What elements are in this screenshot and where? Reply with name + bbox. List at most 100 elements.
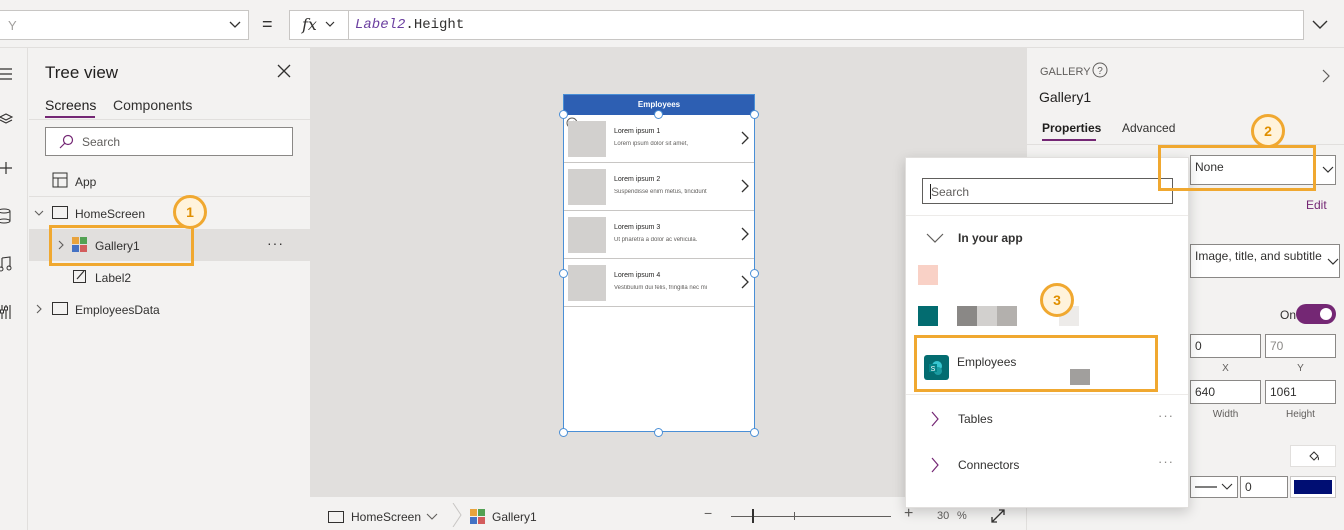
gallery-icon [470, 509, 485, 524]
redacted-block [997, 306, 1017, 326]
tree-item-label: EmployeesData [75, 303, 160, 317]
visible-toggle-label: On [1280, 308, 1297, 322]
screen-icon [328, 511, 344, 523]
section-in-your-app[interactable]: In your app [958, 231, 1023, 245]
breadcrumb-screen[interactable]: HomeScreen [351, 510, 421, 524]
chevron-down-icon [325, 21, 335, 27]
expand-formula-icon[interactable] [1310, 14, 1330, 34]
tab-properties[interactable]: Properties [1042, 121, 1101, 135]
chevron-right-icon[interactable] [740, 227, 750, 241]
zoom-unit: % [957, 510, 967, 522]
resize-handle[interactable] [750, 269, 759, 278]
data-source-thumbnail[interactable] [918, 265, 938, 285]
tree-search-input[interactable]: Search [45, 127, 293, 156]
layout-dropdown[interactable]: Image, title, and subtitle [1190, 244, 1340, 278]
border-line-icon [1195, 486, 1217, 488]
zoom-value[interactable]: 30 [937, 510, 949, 522]
help-icon[interactable]: ? [1092, 62, 1108, 78]
gallery-item-title: Lorem ipsum 4 [614, 272, 661, 279]
formula-bar: Y = fx Label2.Height [0, 0, 1344, 48]
layers-icon[interactable] [0, 109, 16, 129]
control-name[interactable]: Gallery1 [1039, 89, 1091, 105]
svg-text:?: ? [1097, 66, 1103, 77]
redacted-block [977, 306, 997, 326]
gallery-item[interactable]: Lorem ipsum 4 Vestibulum dui felis, frin… [564, 259, 754, 307]
resize-handle[interactable] [654, 428, 663, 437]
hamburger-menu-icon[interactable] [0, 64, 16, 84]
chevron-right-icon[interactable] [34, 304, 44, 314]
x-caption: X [1222, 363, 1229, 374]
resize-handle[interactable] [559, 269, 568, 278]
tree-item-app[interactable]: App [29, 165, 310, 197]
visible-toggle[interactable] [1296, 304, 1336, 324]
app-screen-preview[interactable]: Employees Lorem ipsum 1 Lorem ipsum dolo… [563, 94, 755, 432]
chevron-down-icon [229, 21, 241, 28]
formula-property: .Height [405, 17, 465, 33]
tab-components[interactable]: Components [113, 97, 192, 113]
gallery-item-subtitle: Ut pharetra a dolor ac vehicula. [614, 237, 698, 243]
label-edit-icon [73, 270, 86, 283]
fit-to-window-icon[interactable] [990, 508, 1006, 524]
property-dropdown[interactable]: Y [0, 10, 249, 40]
breadcrumb-separator [452, 503, 462, 527]
fill-color-button[interactable] [1290, 445, 1336, 467]
resize-handle[interactable] [750, 110, 759, 119]
width-caption: Width [1212, 409, 1239, 420]
chevron-down-icon[interactable] [1321, 163, 1335, 177]
formula-input[interactable]: Label2.Height [348, 10, 1304, 40]
resize-handle[interactable] [559, 428, 568, 437]
tree-item-employeesdata[interactable]: EmployeesData [29, 293, 310, 325]
gallery-item[interactable]: Lorem ipsum 3 Ut pharetra a dolor ac veh… [564, 211, 754, 259]
resize-handle[interactable] [654, 110, 663, 119]
close-icon[interactable] [275, 62, 293, 80]
border-color-button[interactable] [1290, 476, 1336, 498]
chevron-down-icon[interactable] [34, 208, 44, 218]
tree-view-title: Tree view [45, 63, 119, 82]
more-options-icon[interactable]: ··· [1158, 454, 1174, 469]
gallery-item-subtitle: Lorem ipsum dolor sit amet, [614, 141, 689, 147]
width-input[interactable]: 640 [1190, 380, 1261, 404]
y-position-input[interactable]: 70 [1265, 334, 1336, 358]
height-input[interactable]: 1061 [1265, 380, 1336, 404]
tab-advanced[interactable]: Advanced [1122, 121, 1175, 135]
edit-fields-link[interactable]: Edit [1306, 198, 1327, 212]
database-icon[interactable] [0, 206, 16, 226]
chevron-right-icon[interactable] [1320, 68, 1332, 84]
screen-icon [52, 302, 68, 315]
plus-icon[interactable] [0, 158, 16, 178]
breadcrumb-control[interactable]: Gallery1 [492, 510, 537, 524]
chevron-right-icon[interactable] [740, 275, 750, 289]
media-icon[interactable] [0, 254, 16, 274]
resize-handle[interactable] [750, 428, 759, 437]
callout-badge-1: 1 [173, 195, 207, 229]
zoom-slider-thumb[interactable] [752, 509, 754, 523]
gallery-item-title: Lorem ipsum 3 [614, 224, 661, 231]
chevron-right-icon[interactable] [740, 179, 750, 193]
data-source-thumbnail[interactable] [918, 306, 938, 326]
chevron-right-icon[interactable] [740, 131, 750, 145]
border-style-dropdown[interactable] [1190, 476, 1238, 498]
flyout-search-input[interactable]: Search [922, 178, 1173, 204]
chevron-down-icon[interactable] [1326, 255, 1340, 269]
image-placeholder [568, 217, 606, 253]
divider [906, 394, 1188, 395]
zoom-out-button[interactable]: − [704, 505, 712, 521]
chevron-down-icon[interactable] [426, 512, 438, 522]
app-icon [52, 172, 68, 188]
zoom-slider[interactable] [731, 516, 891, 517]
tools-icon[interactable] [0, 302, 16, 322]
border-width-input[interactable]: 0 [1240, 476, 1288, 498]
section-tables[interactable]: Tables ··· [906, 404, 1188, 434]
x-position-input[interactable]: 0 [1190, 334, 1261, 358]
paint-bucket-icon [1309, 451, 1319, 461]
gallery-item[interactable]: Lorem ipsum 2 Suspendisse enim metus, ti… [564, 163, 754, 211]
section-connectors[interactable]: Connectors ··· [906, 450, 1188, 480]
fx-button[interactable]: fx [289, 10, 349, 40]
gallery-item[interactable]: Lorem ipsum 1 Lorem ipsum dolor sit amet… [564, 115, 754, 163]
resize-handle[interactable] [559, 110, 568, 119]
flyout-search-placeholder: Search [931, 185, 970, 199]
tab-screens[interactable]: Screens [45, 97, 96, 113]
more-options-icon[interactable]: ··· [1158, 408, 1174, 423]
chevron-down-icon[interactable] [926, 232, 944, 244]
more-options-icon[interactable]: ··· [267, 235, 284, 251]
